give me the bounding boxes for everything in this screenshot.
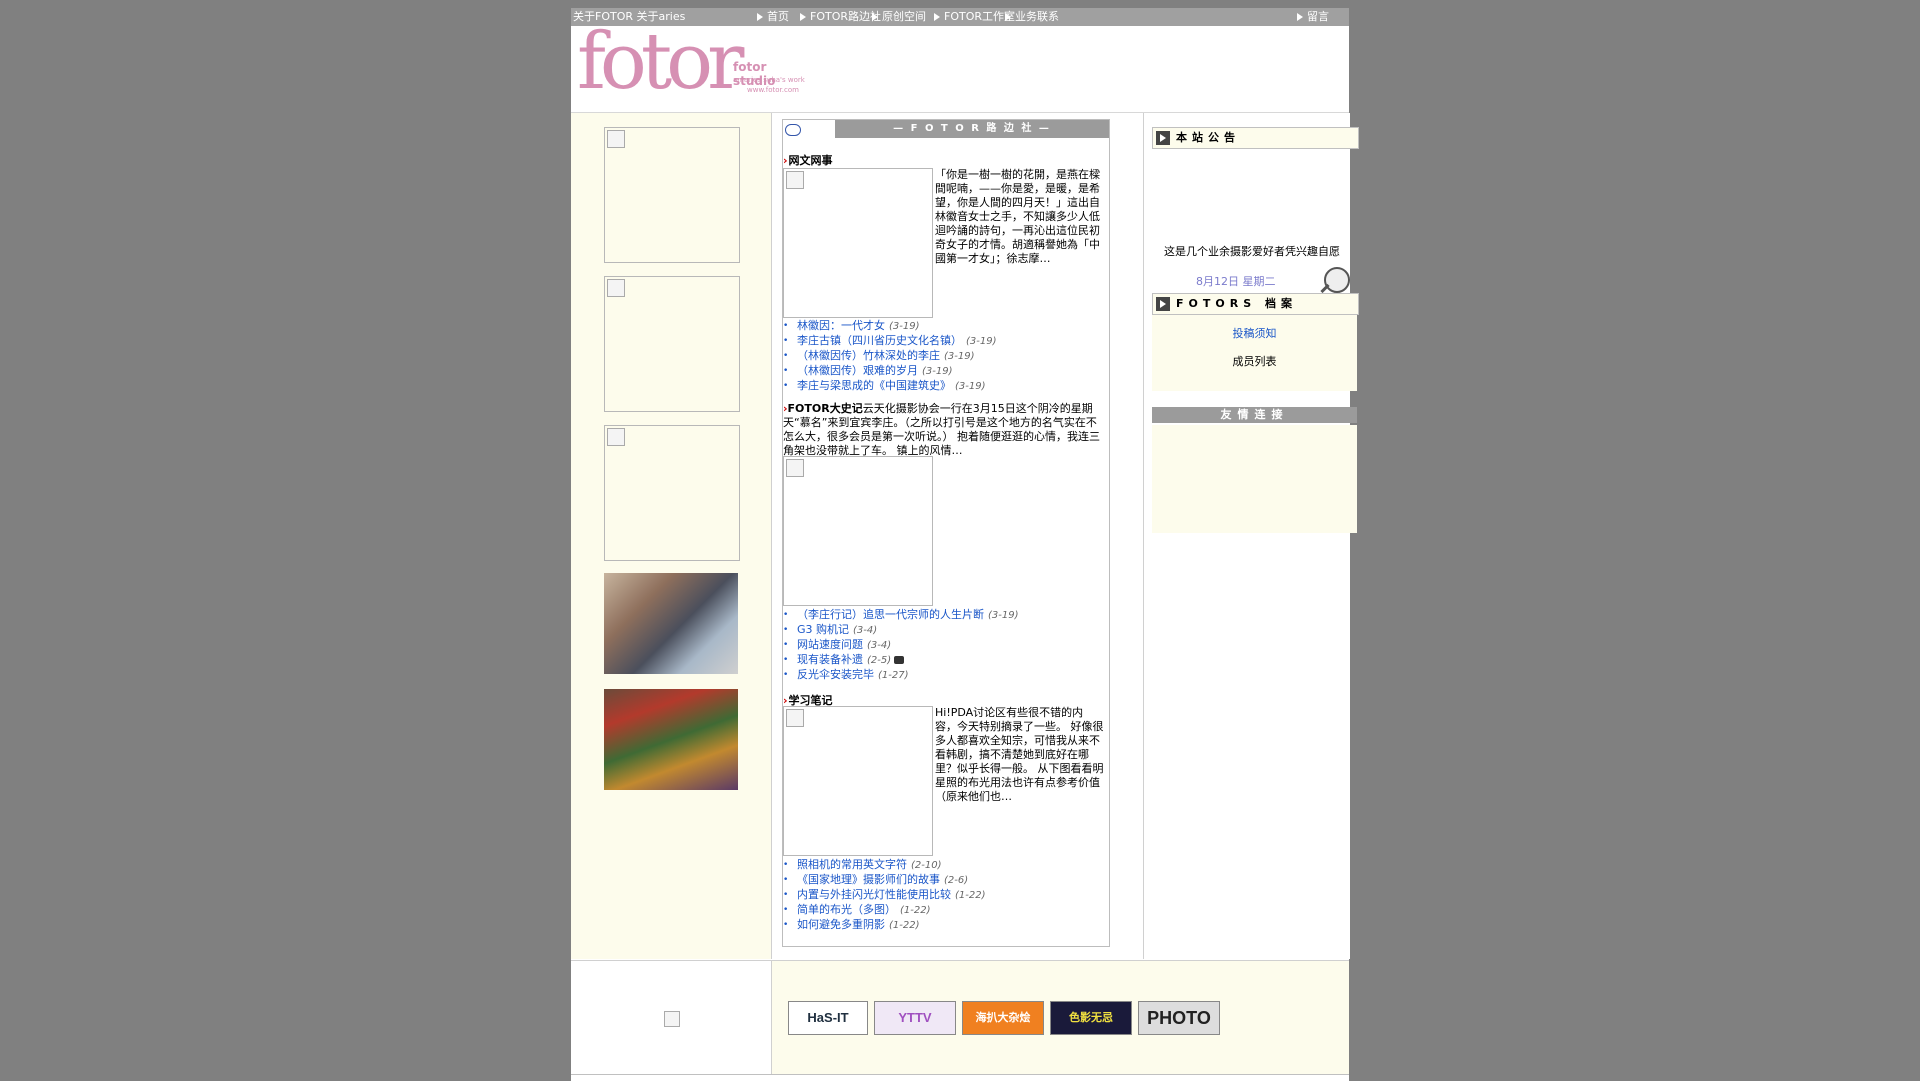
- chat-icon: [785, 124, 801, 136]
- broken-image-icon: [607, 428, 625, 446]
- list-item[interactable]: 林徽因：一代才女(3-19): [783, 319, 997, 334]
- nav-original[interactable]: 原创空间: [872, 8, 926, 26]
- submission-guide-link[interactable]: 投稿须知: [1152, 325, 1357, 341]
- banner-seying[interactable]: 色影无忌: [1050, 1001, 1132, 1035]
- site-logo[interactable]: fotor fotor studio an aries suha's work …: [577, 22, 807, 110]
- list-item[interactable]: 李庄古镇（四川省历史文化名镇）(3-19): [783, 334, 997, 349]
- banner-photo[interactable]: PHOTO: [1138, 1001, 1220, 1035]
- list-item[interactable]: 网站速度问题(3-4): [783, 638, 1019, 653]
- list-item[interactable]: 现有装备补遗(2-5): [783, 653, 1019, 668]
- right-column: 本站公告 这是几个业余摄影爱好者凭兴趣自愿走在的家园 8月12日 星期二 FOT…: [1143, 113, 1359, 959]
- member-list-link[interactable]: 成员列表: [1152, 353, 1357, 369]
- nav-roadside[interactable]: FOTOR路边社: [800, 8, 881, 26]
- header-icon: [783, 120, 835, 138]
- banner-haiba[interactable]: 海扒大杂烩: [962, 1001, 1044, 1035]
- article-list-2: （李庄行记）追思一代宗师的人生片断(3-19) G3 购机记(3-4) 网站速度…: [783, 608, 1019, 683]
- photo-market[interactable]: [604, 689, 738, 790]
- chevron-right-icon: ›: [783, 154, 788, 167]
- triangle-right-icon: [934, 13, 940, 21]
- thumbnail-3[interactable]: [604, 425, 740, 561]
- news-title: — F O T O R 路 边 社 —: [835, 120, 1109, 138]
- broken-image-icon: [664, 1011, 680, 1027]
- list-item[interactable]: 《国家地理》摄影师们的故事(2-6): [783, 873, 986, 888]
- news-header: — F O T O R 路 边 社 —: [783, 120, 1109, 138]
- nav-contact[interactable]: 业务联系: [1005, 8, 1059, 26]
- article-excerpt-3: Hi!PDA讨论区有些很不错的内容，今天特别摘录了一些。 好像很多人都喜欢全知宗…: [935, 706, 1104, 803]
- list-item[interactable]: （李庄行记）追思一代宗师的人生片断(3-19): [783, 608, 1019, 623]
- nav-studio[interactable]: FOTOR工作室: [934, 8, 1015, 26]
- list-item[interactable]: 简单的布光（多图）(1-22): [783, 903, 986, 918]
- article-list-1: 林徽因：一代才女(3-19) 李庄古镇（四川省历史文化名镇）(3-19) （林徽…: [783, 319, 997, 394]
- list-item[interactable]: （林徽因传）竹林深处的李庄(3-19): [783, 349, 997, 364]
- news-box: — F O T O R 路 边 社 — ›网文网事 「你是一樹一樹的花開，是燕在…: [782, 119, 1110, 947]
- nav-home[interactable]: 首页: [757, 8, 789, 26]
- thumbnail-1[interactable]: [604, 127, 740, 263]
- triangle-right-icon: [872, 13, 878, 21]
- broken-image-icon: [786, 459, 804, 477]
- article-image-3[interactable]: [783, 706, 933, 856]
- article-image-2[interactable]: [783, 456, 933, 606]
- triangle-right-icon: [800, 13, 806, 21]
- article-image-1[interactable]: [783, 168, 933, 318]
- list-item[interactable]: 照相机的常用英文字符(2-10): [783, 858, 986, 873]
- footer-banners: HaS-IT YTTV 海扒大杂烩 色影无忌 PHOTO: [772, 961, 1349, 1075]
- friend-links-box: [1152, 425, 1357, 533]
- broken-image-icon: [786, 709, 804, 727]
- triangle-right-icon: [757, 13, 763, 21]
- section-title-webnews: ›网文网事: [783, 154, 833, 167]
- nav-guestbook[interactable]: 留言: [1297, 8, 1329, 26]
- center-column: — F O T O R 路 边 社 — ›网文网事 「你是一樹一樹的花開，是燕在…: [772, 113, 1142, 959]
- list-item[interactable]: G3 购机记(3-4): [783, 623, 1019, 638]
- thumbnail-2[interactable]: [604, 276, 740, 412]
- notice-header: 本站公告: [1152, 127, 1359, 149]
- arrow-right-icon: [1156, 131, 1170, 145]
- broken-image-icon: [786, 171, 804, 189]
- archive-header: FOTORS 档案: [1152, 293, 1359, 315]
- camera-icon: [894, 656, 905, 664]
- archive-box: 投稿须知 成员列表: [1152, 315, 1357, 391]
- arrow-right-icon: [1156, 297, 1170, 311]
- banner-yttv[interactable]: YTTV: [874, 1001, 956, 1035]
- broken-image-icon: [607, 130, 625, 148]
- banner-hasit[interactable]: HaS-IT: [788, 1001, 868, 1035]
- footer: HaS-IT YTTV 海扒大杂烩 色影无忌 PHOTO: [571, 960, 1349, 1075]
- header: fotor fotor studio an aries suha's work …: [571, 22, 1349, 113]
- notice-marquee: 这是几个业余摄影爱好者凭兴趣自愿走在的家园: [1164, 245, 1340, 257]
- list-item[interactable]: （林徽因传）艰难的岁月(3-19): [783, 364, 997, 379]
- triangle-right-icon: [1297, 13, 1303, 21]
- list-item[interactable]: 反光伞安装完毕(1-27): [783, 668, 1019, 683]
- triangle-right-icon: [1005, 13, 1011, 21]
- photo-women[interactable]: [604, 573, 738, 674]
- current-date: 8月12日 星期二: [1196, 275, 1276, 288]
- article-list-3: 照相机的常用英文字符(2-10) 《国家地理》摄影师们的故事(2-6) 内置与外…: [783, 858, 986, 933]
- footer-left: [571, 961, 772, 1075]
- left-column: [571, 113, 772, 959]
- article-excerpt-2: ›FOTOR大史记云天化摄影协会一行在3月15日这个阴冷的星期天“慕名”来到宜宾…: [783, 402, 1100, 457]
- friend-links-header: 友情连接: [1152, 407, 1357, 423]
- list-item[interactable]: 如何避免多重阴影(1-22): [783, 918, 986, 933]
- search-icon[interactable]: [1324, 267, 1350, 293]
- list-item[interactable]: 内置与外挂闪光灯性能使用比较(1-22): [783, 888, 986, 903]
- article-excerpt-1: 「你是一樹一樹的花開，是燕在樑間呢喃，——你是愛，是暖，是希望，你是人間的四月天…: [935, 168, 1100, 265]
- page: 关于FOTOR 关于aries 首页 FOTOR路边社 原创空间 FOTOR工作…: [571, 8, 1359, 1081]
- broken-image-icon: [607, 279, 625, 297]
- list-item[interactable]: 李庄与梁思成的《中国建筑史》(3-19): [783, 379, 997, 394]
